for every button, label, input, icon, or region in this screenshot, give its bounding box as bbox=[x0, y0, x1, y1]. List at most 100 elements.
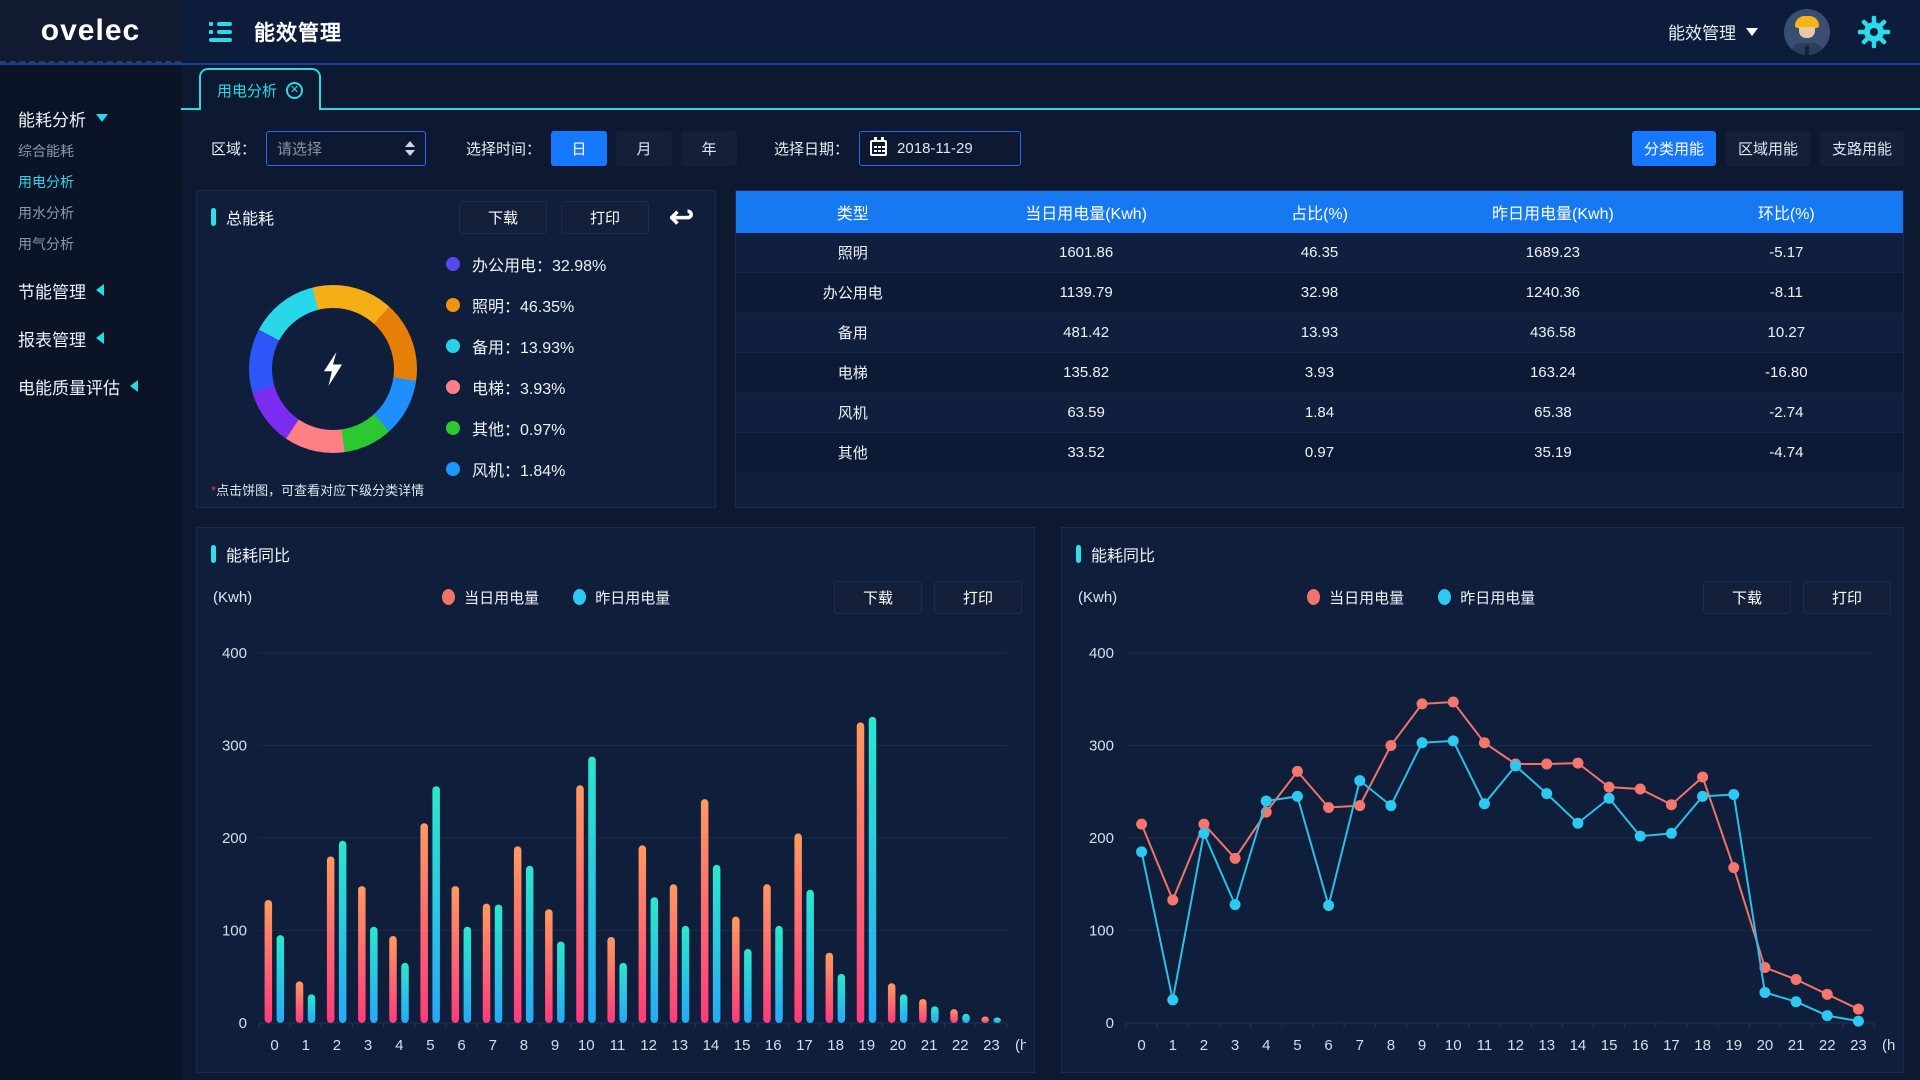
legend-item[interactable]: 风机：1.84% bbox=[446, 448, 606, 489]
svg-text:200: 200 bbox=[1089, 830, 1114, 847]
svg-text:8: 8 bbox=[1387, 1037, 1395, 1054]
sidebar-section-2[interactable]: 报表管理 bbox=[0, 321, 181, 355]
svg-text:15: 15 bbox=[1601, 1037, 1618, 1054]
line-chart[interactable]: 0100200300400012345678910111213141516171… bbox=[1072, 623, 1895, 1065]
print-button[interactable]: 打印 bbox=[561, 201, 649, 234]
table-cell: 1601.86 bbox=[969, 233, 1202, 272]
view-mode-button[interactable]: 支路用能 bbox=[1820, 131, 1904, 166]
download-button[interactable]: 下载 bbox=[834, 581, 922, 614]
table-cell: 1.84 bbox=[1203, 393, 1436, 432]
sidebar-section-3[interactable]: 电能质量评估 bbox=[0, 369, 181, 403]
legend-item[interactable]: 照明：46.35% bbox=[446, 284, 606, 325]
sidebar-section-label: 报表管理 bbox=[18, 326, 86, 351]
svg-text:13: 13 bbox=[1538, 1037, 1555, 1054]
table-cell: 办公用电 bbox=[736, 273, 969, 312]
tab-electricity-analysis[interactable]: 用电分析 ✕ bbox=[199, 68, 321, 110]
user-menu-dropdown[interactable]: 能效管理 bbox=[1668, 19, 1758, 44]
table-cell: 65.38 bbox=[1436, 393, 1669, 432]
table-row: 风机63.591.8465.38-2.74 bbox=[736, 393, 1903, 433]
svg-text:22: 22 bbox=[952, 1037, 969, 1054]
svg-text:0: 0 bbox=[270, 1037, 278, 1054]
svg-text:1: 1 bbox=[1169, 1037, 1177, 1054]
energy-table-panel: 类型当日用电量(Kwh)占比(%)昨日用电量(Kwh)环比(%) 照明1601.… bbox=[735, 190, 1904, 508]
legend-item[interactable]: 办公用电：32.98% bbox=[446, 243, 606, 284]
table-header-cell: 环比(%) bbox=[1670, 191, 1903, 233]
table-cell: 481.42 bbox=[969, 313, 1202, 352]
legend-item[interactable]: 昨日用电量 bbox=[1438, 587, 1535, 608]
chevron-left-icon bbox=[96, 332, 104, 344]
svg-text:0: 0 bbox=[239, 1015, 247, 1032]
svg-text:1: 1 bbox=[302, 1037, 310, 1054]
table-cell: 35.19 bbox=[1436, 433, 1669, 472]
sidebar-section-1[interactable]: 节能管理 bbox=[0, 273, 181, 307]
y-axis-unit: (Kwh) bbox=[213, 589, 252, 606]
print-button[interactable]: 打印 bbox=[934, 581, 1022, 614]
region-label: 区域： bbox=[211, 138, 256, 159]
avatar[interactable] bbox=[1784, 9, 1830, 55]
region-select[interactable]: 请选择 bbox=[266, 131, 426, 166]
helmet-icon bbox=[1795, 16, 1819, 28]
print-button[interactable]: 打印 bbox=[1803, 581, 1891, 614]
svg-text:14: 14 bbox=[1570, 1037, 1587, 1054]
time-button[interactable]: 月 bbox=[616, 131, 672, 166]
chevron-left-icon bbox=[96, 284, 104, 296]
svg-text:3: 3 bbox=[1231, 1037, 1239, 1054]
page-title: 能效管理 bbox=[254, 17, 342, 47]
time-button-group: 日月年 bbox=[551, 131, 746, 166]
legend-item[interactable]: 备用：13.93% bbox=[446, 325, 606, 366]
svg-text:300: 300 bbox=[222, 738, 247, 755]
table-row: 办公用电1139.7932.981240.36-8.11 bbox=[736, 273, 1903, 313]
table-header-cell: 昨日用电量(Kwh) bbox=[1436, 191, 1669, 233]
svg-text:100: 100 bbox=[1089, 923, 1114, 940]
table-cell: 46.35 bbox=[1203, 233, 1436, 272]
line-chart-legend: 当日用电量 昨日用电量 bbox=[1307, 587, 1535, 608]
table-row: 照明1601.8646.351689.23-5.17 bbox=[736, 233, 1903, 273]
download-button[interactable]: 下载 bbox=[459, 201, 547, 234]
svg-text:11: 11 bbox=[610, 1037, 626, 1054]
chevron-down-icon bbox=[1746, 28, 1758, 36]
sidebar-item[interactable]: 用水分析 bbox=[0, 197, 181, 228]
svg-text:23: 23 bbox=[1850, 1037, 1867, 1054]
legend-item[interactable]: 昨日用电量 bbox=[573, 587, 670, 608]
svg-text:3: 3 bbox=[364, 1037, 372, 1054]
download-button[interactable]: 下载 bbox=[1703, 581, 1791, 614]
back-arrow-icon[interactable]: ↩ bbox=[669, 203, 694, 233]
table-row: 电梯135.823.93163.24-16.80 bbox=[736, 353, 1903, 393]
legend-item[interactable]: 其他：0.97% bbox=[446, 407, 606, 448]
bar-chart[interactable]: 0100200300400012345678910111213141516171… bbox=[207, 623, 1026, 1065]
svg-text:21: 21 bbox=[1788, 1037, 1805, 1054]
svg-text:100: 100 bbox=[222, 923, 247, 940]
table-cell: 163.24 bbox=[1436, 353, 1669, 392]
date-label: 选择日期： bbox=[774, 138, 849, 159]
sidebar-item[interactable]: 综合能耗 bbox=[0, 135, 181, 166]
gear-icon[interactable] bbox=[1856, 14, 1892, 50]
bar-chart-title: 能耗同比 bbox=[211, 542, 290, 566]
time-button[interactable]: 年 bbox=[681, 131, 737, 166]
sidebar-item[interactable]: 用电分析 bbox=[0, 166, 181, 197]
table-cell: -8.11 bbox=[1670, 273, 1903, 312]
legend-dot bbox=[446, 298, 460, 312]
legend-item[interactable]: 当日用电量 bbox=[442, 587, 539, 608]
svg-text:14: 14 bbox=[703, 1037, 720, 1054]
time-button[interactable]: 日 bbox=[551, 131, 607, 166]
legend-label: 当日用电量 bbox=[1329, 587, 1404, 608]
topbar-right: 能效管理 bbox=[1668, 9, 1892, 55]
menu-icon[interactable] bbox=[209, 22, 232, 42]
table-row: 其他33.520.9735.19-4.74 bbox=[736, 433, 1903, 473]
legend-item[interactable]: 当日用电量 bbox=[1307, 587, 1404, 608]
svg-text:0: 0 bbox=[1106, 1015, 1114, 1032]
svg-text:2: 2 bbox=[1200, 1037, 1208, 1054]
view-mode-button[interactable]: 分类用能 bbox=[1632, 131, 1716, 166]
legend-item[interactable]: 电梯：3.93% bbox=[446, 366, 606, 407]
close-icon[interactable]: ✕ bbox=[286, 82, 303, 99]
view-mode-button[interactable]: 区域用能 bbox=[1726, 131, 1810, 166]
table-cell: 135.82 bbox=[969, 353, 1202, 392]
date-picker[interactable]: 2018-11-29 bbox=[859, 131, 1021, 166]
time-label: 选择时间： bbox=[466, 138, 541, 159]
sidebar-section-0[interactable]: 能耗分析 bbox=[0, 101, 181, 135]
total-energy-panel: 总能耗 下载 打印 ↩ 办公用电：32.98%照明：46.35%备用：13.93… bbox=[196, 190, 716, 508]
svg-text:(h): (h) bbox=[1015, 1037, 1026, 1054]
donut-chart[interactable] bbox=[249, 285, 417, 453]
title-marker bbox=[211, 208, 216, 226]
sidebar-item[interactable]: 用气分析 bbox=[0, 228, 181, 259]
